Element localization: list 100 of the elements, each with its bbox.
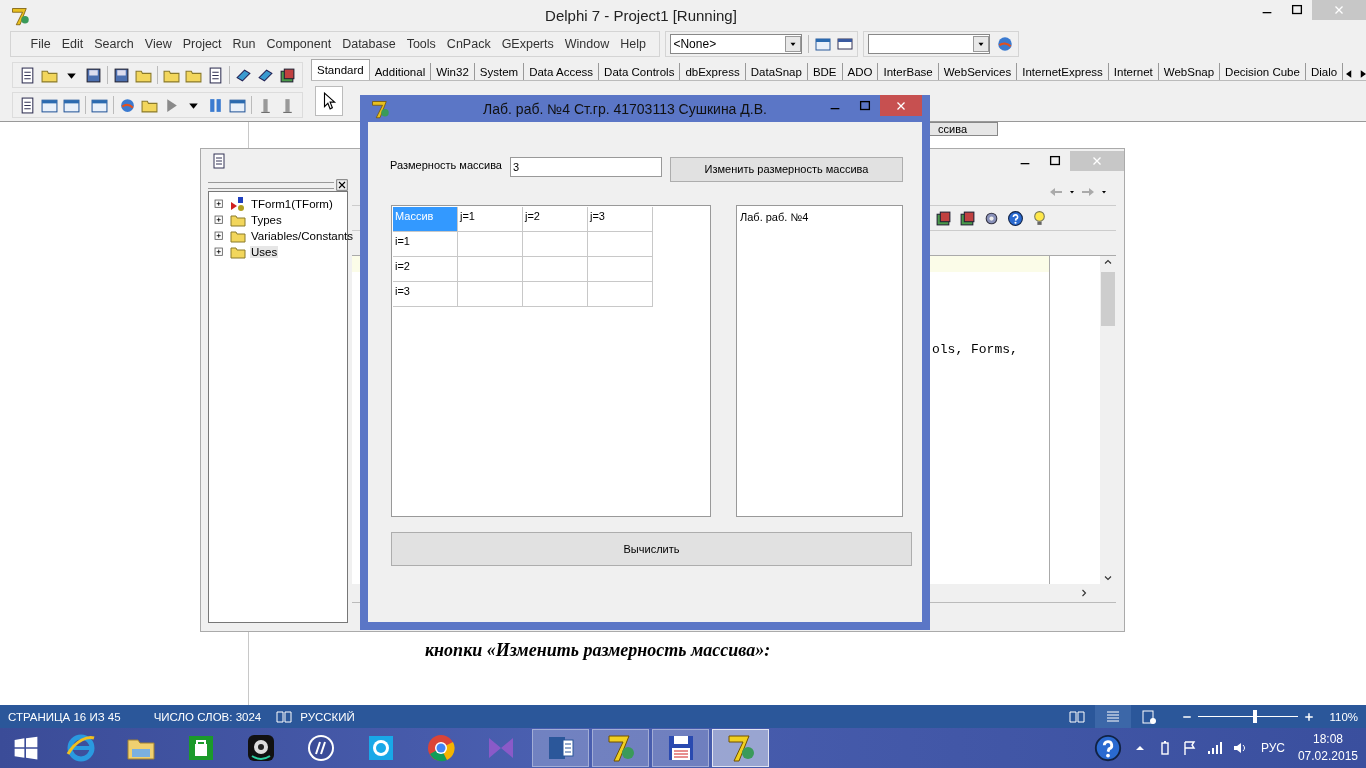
grid-cell[interactable]: i=1 bbox=[393, 232, 458, 257]
clock[interactable]: 18:08 07.02.2015 bbox=[1297, 731, 1358, 765]
palette-tab[interactable]: BDE bbox=[807, 63, 843, 80]
menu-item[interactable]: Component bbox=[261, 37, 337, 51]
document-text: кнопки «Изменить размерность массива»: bbox=[425, 640, 771, 661]
tree-item[interactable]: Variables/Constants bbox=[250, 230, 355, 242]
tree-item[interactable]: TForm1(TForm) bbox=[250, 198, 334, 210]
menu-item[interactable]: CnPack bbox=[441, 37, 497, 51]
globe-icon[interactable] bbox=[996, 35, 1015, 53]
grid-cell[interactable] bbox=[523, 232, 588, 257]
grid-cell[interactable] bbox=[523, 257, 588, 282]
grid-cell[interactable]: i=2 bbox=[393, 257, 458, 282]
maximize-icon[interactable] bbox=[1290, 3, 1304, 17]
taskbar-button[interactable] bbox=[532, 729, 589, 767]
menu-item[interactable]: Edit bbox=[56, 37, 89, 51]
tree-item[interactable]: Uses bbox=[250, 246, 279, 258]
menu-item[interactable]: Tools bbox=[401, 37, 442, 51]
menu-item[interactable]: Database bbox=[336, 37, 402, 51]
palette-tab[interactable]: Internet bbox=[1108, 63, 1159, 80]
windows-start-icon[interactable] bbox=[13, 735, 39, 761]
grid-cell[interactable]: j=3 bbox=[588, 207, 653, 232]
menu-item[interactable]: File bbox=[25, 37, 57, 51]
grid-cell[interactable] bbox=[458, 232, 523, 257]
palette-tab[interactable]: WebServices bbox=[938, 63, 1018, 80]
clock-date: 07.02.2015 bbox=[1297, 748, 1358, 765]
grid-cell[interactable]: j=2 bbox=[523, 207, 588, 232]
menu-item[interactable]: Search bbox=[88, 37, 140, 51]
menu-item[interactable]: View bbox=[139, 37, 178, 51]
splitter-grip[interactable] bbox=[208, 181, 334, 189]
help-icon[interactable] bbox=[1092, 733, 1123, 763]
grid-cell[interactable] bbox=[588, 282, 653, 307]
palette-tab[interactable]: Standard bbox=[311, 59, 370, 80]
palette-tab[interactable]: Decision Cube bbox=[1220, 63, 1306, 80]
grid-cell[interactable] bbox=[588, 257, 653, 282]
pointer-tool[interactable] bbox=[315, 85, 343, 116]
dropdown-arrow-icon[interactable] bbox=[1100, 188, 1108, 196]
proofing-icon[interactable] bbox=[276, 708, 293, 725]
component-icon[interactable] bbox=[837, 36, 854, 52]
resize-button[interactable]: Изменить размерность массива bbox=[670, 156, 903, 182]
memo-line: Лаб. раб. №4 bbox=[740, 211, 810, 223]
bulb-icon[interactable] bbox=[1031, 209, 1048, 227]
palette-tab[interactable]: Data Access bbox=[524, 63, 600, 80]
taskbar-button[interactable] bbox=[652, 729, 709, 767]
signal-icon[interactable] bbox=[1206, 740, 1223, 756]
palette-tab[interactable]: WebSnap bbox=[1158, 63, 1221, 80]
word-count[interactable]: ЧИСЛО СЛОВ: 3024 bbox=[153, 710, 262, 723]
print-layout-button[interactable] bbox=[1095, 705, 1132, 728]
palette-tab[interactable]: InterBase bbox=[878, 63, 939, 80]
palette-tab[interactable]: Data Controls bbox=[599, 63, 681, 80]
menu-item[interactable]: Window bbox=[559, 37, 615, 51]
compute-button[interactable]: Вычислить bbox=[391, 532, 912, 566]
grid-cell[interactable] bbox=[523, 282, 588, 307]
memo-field[interactable]: Лаб. раб. №4 bbox=[736, 205, 903, 517]
menu-item[interactable]: GExperts bbox=[496, 37, 560, 51]
zoom-in-icon[interactable] bbox=[1303, 710, 1316, 723]
globe-icon[interactable] bbox=[119, 96, 136, 114]
palette-tab[interactable]: Win32 bbox=[431, 63, 475, 80]
scrollbar-thumb[interactable] bbox=[1101, 272, 1115, 326]
pause-icon[interactable] bbox=[207, 96, 224, 114]
palette-tab[interactable]: Dialo bbox=[1305, 63, 1344, 80]
folder-icon bbox=[230, 212, 246, 228]
palette-tab[interactable]: ADO bbox=[842, 63, 879, 80]
grid-cell[interactable]: i=3 bbox=[393, 282, 458, 307]
close-icon[interactable] bbox=[336, 179, 348, 191]
palette-tab[interactable]: Additional bbox=[369, 63, 432, 80]
document-icon[interactable] bbox=[19, 66, 36, 84]
grid-cell[interactable] bbox=[588, 232, 653, 257]
folder-icon bbox=[230, 228, 246, 244]
expand-icon[interactable] bbox=[213, 245, 226, 259]
maximize-icon[interactable] bbox=[1048, 154, 1062, 168]
document-icon[interactable] bbox=[207, 66, 224, 84]
flag-icon[interactable] bbox=[1181, 740, 1198, 756]
configuration-combo[interactable]: <None> bbox=[670, 34, 803, 54]
document-icon[interactable] bbox=[19, 96, 36, 114]
help-icon[interactable] bbox=[1007, 209, 1024, 227]
palette-tab[interactable]: dbExpress bbox=[680, 63, 746, 80]
dropdown-arrow-icon[interactable] bbox=[1068, 188, 1076, 196]
grid-cell[interactable] bbox=[458, 282, 523, 307]
palette-tab[interactable]: DataSnap bbox=[745, 63, 808, 80]
grid-cell[interactable]: j=1 bbox=[458, 207, 523, 232]
palette-tab[interactable]: InternetExpress bbox=[1017, 63, 1109, 80]
language-label[interactable]: РУССКИЙ bbox=[300, 710, 355, 723]
menu-item[interactable]: Project bbox=[177, 37, 228, 51]
menu-item[interactable]: Run bbox=[227, 37, 262, 51]
slider-thumb[interactable] bbox=[1253, 710, 1258, 723]
palette-tab[interactable]: System bbox=[474, 63, 525, 80]
page-count[interactable]: СТРАНИЦА 16 ИЗ 45 bbox=[8, 710, 121, 723]
speaker-icon[interactable] bbox=[1231, 740, 1248, 756]
window-icon[interactable] bbox=[815, 36, 832, 52]
expand-icon[interactable] bbox=[213, 229, 226, 243]
input-language[interactable]: РУС bbox=[1260, 741, 1285, 755]
size-field[interactable]: 3 bbox=[510, 157, 662, 177]
expand-icon[interactable] bbox=[213, 197, 226, 211]
menu-item[interactable]: Help bbox=[614, 37, 652, 51]
combo-box[interactable] bbox=[868, 34, 991, 54]
zoom-reading[interactable]: 110% bbox=[1329, 710, 1358, 723]
grid-cell[interactable] bbox=[458, 257, 523, 282]
tree-item[interactable]: Types bbox=[250, 214, 283, 226]
web-layout-icon bbox=[1141, 708, 1158, 725]
expand-icon[interactable] bbox=[213, 213, 226, 227]
